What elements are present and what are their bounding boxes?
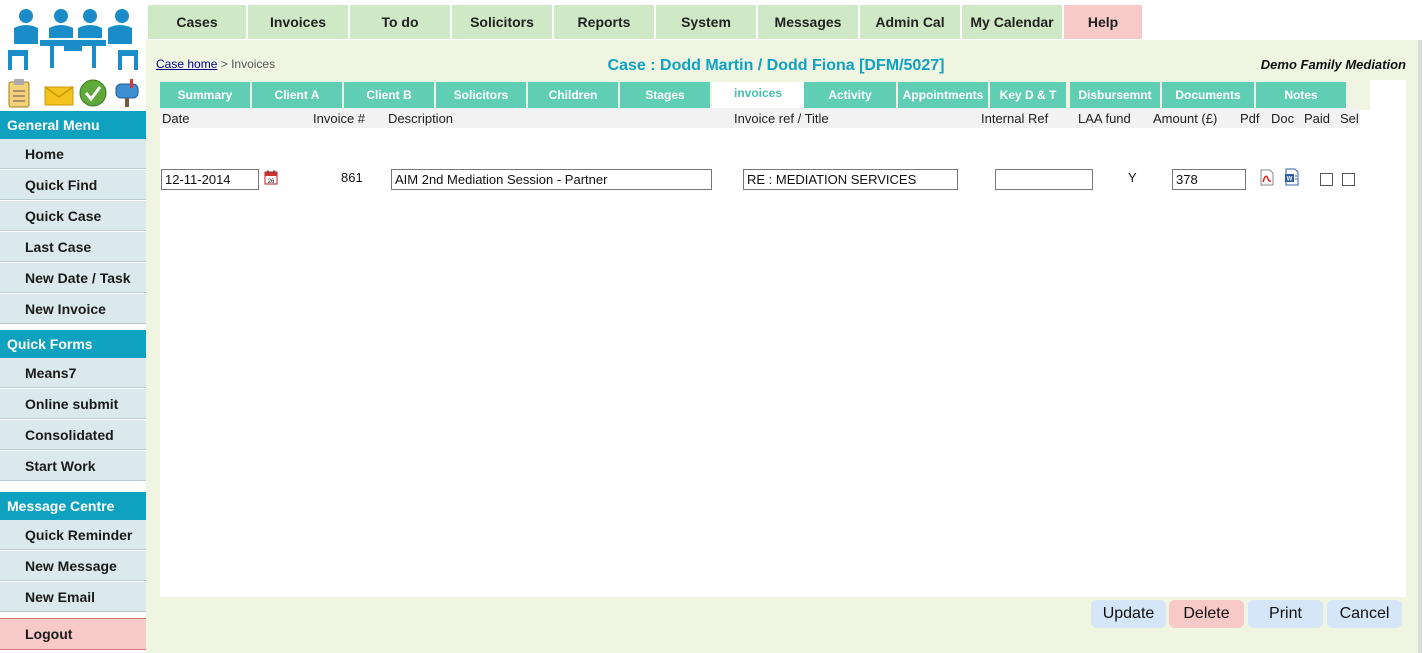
col-header-internal-ref: Internal Ref: [981, 111, 1049, 126]
checkmark-icon[interactable]: [78, 78, 107, 108]
main-content: Case home > Invoices Case : Dodd Martin …: [146, 40, 1422, 653]
col-header-doc: Doc: [1271, 111, 1295, 126]
col-header-invoice-ref: Invoice ref / Title: [734, 111, 829, 126]
subtab-stages[interactable]: Stages: [620, 82, 710, 108]
mail-icon[interactable]: [44, 84, 74, 114]
invoices-panel: Summary Client A Client B Solicitors Chi…: [160, 80, 1406, 597]
mailbox-icon[interactable]: [112, 78, 140, 108]
word-doc-icon[interactable]: W: [1284, 168, 1300, 189]
menu-item-new-date-task[interactable]: New Date / Task: [0, 263, 146, 293]
nav-tab-admin-cal[interactable]: Admin Cal: [860, 5, 962, 39]
menu-item-new-message[interactable]: New Message: [0, 551, 146, 581]
top-navigation: Cases Invoices To do Solicitors Reports …: [146, 0, 1422, 40]
menu-item-quick-reminder[interactable]: Quick Reminder: [0, 520, 146, 550]
menu-item-last-case[interactable]: Last Case: [0, 232, 146, 262]
subtab-client-a[interactable]: Client A: [252, 82, 342, 108]
nav-tab-invoices[interactable]: Invoices: [248, 5, 350, 39]
invoice-number: 861: [341, 170, 363, 185]
subtab-documents[interactable]: Documents: [1162, 82, 1254, 108]
date-field[interactable]: [161, 169, 259, 190]
menu-item-new-email[interactable]: New Email: [0, 582, 146, 612]
nav-tab-my-calendar[interactable]: My Calendar: [962, 5, 1064, 39]
calendar-icon[interactable]: 26: [264, 170, 278, 188]
amount-field[interactable]: [1172, 169, 1246, 190]
col-header-laa-fund: LAA fund: [1078, 111, 1131, 126]
col-header-invoice-no: Invoice #: [313, 111, 366, 126]
menu-item-start-work[interactable]: Start Work: [0, 451, 146, 481]
subtab-disbursements[interactable]: Disbursemnt: [1070, 82, 1160, 108]
menu-item-new-invoice[interactable]: New Invoice: [0, 294, 146, 324]
subtab-appointments[interactable]: Appointments: [898, 82, 988, 108]
pdf-icon[interactable]: [1259, 169, 1275, 189]
quick-forms-heading: Quick Forms: [0, 330, 146, 358]
nav-tab-system[interactable]: System: [656, 5, 758, 39]
menu-item-home[interactable]: Home: [0, 139, 146, 169]
description-field[interactable]: [391, 169, 712, 190]
menu-item-quick-case[interactable]: Quick Case: [0, 201, 146, 231]
subtab-summary[interactable]: Summary: [160, 82, 250, 108]
firm-name: Demo Family Mediation: [1260, 57, 1406, 72]
internal-ref-field[interactable]: [995, 169, 1093, 190]
quick-icons: [4, 78, 144, 110]
logout-button[interactable]: Logout: [0, 618, 146, 650]
laa-fund-value: Y: [1128, 170, 1137, 185]
subtab-invoices[interactable]: invoices: [712, 82, 804, 108]
svg-text:26: 26: [268, 179, 275, 185]
subtab-key-dates-times[interactable]: Key D & T: [990, 82, 1066, 108]
subtab-children[interactable]: Children: [528, 82, 618, 108]
menu-item-quick-find[interactable]: Quick Find: [0, 170, 146, 200]
svg-text:W: W: [1287, 177, 1293, 183]
col-header-date: Date: [162, 111, 190, 126]
breadcrumb-current: Invoices: [231, 57, 276, 71]
menu-item-means7[interactable]: Means7: [0, 358, 146, 388]
col-header-description: Description: [388, 111, 454, 126]
clipboard-icon[interactable]: [6, 78, 34, 108]
breadcrumb-separator: >: [220, 57, 228, 71]
general-menu-heading: General Menu: [0, 111, 146, 139]
col-header-amount: Amount (£): [1153, 111, 1218, 126]
select-checkbox[interactable]: [1342, 173, 1355, 186]
nav-tab-cases[interactable]: Cases: [148, 5, 248, 39]
case-title: Case : Dodd Martin / Dodd Fiona [DFM/502…: [607, 57, 945, 74]
menu-item-online-submit[interactable]: Online submit: [0, 389, 146, 419]
message-centre-heading: Message Centre: [0, 492, 146, 520]
subtab-notes[interactable]: Notes: [1256, 82, 1346, 108]
print-button[interactable]: Print: [1248, 600, 1323, 628]
logo: [4, 6, 142, 74]
col-header-sel: Sel: [1340, 111, 1359, 126]
cancel-button[interactable]: Cancel: [1327, 600, 1402, 628]
scrollbar-edge: [1418, 40, 1422, 653]
col-header-paid: Paid: [1304, 111, 1331, 126]
sidebar: General Menu Home Quick Find Quick Case …: [0, 0, 146, 653]
nav-tab-solicitors[interactable]: Solicitors: [452, 5, 554, 39]
col-header-pdf: Pdf: [1240, 111, 1260, 126]
update-button[interactable]: Update: [1091, 600, 1166, 628]
subtab-client-b[interactable]: Client B: [344, 82, 434, 108]
nav-tab-messages[interactable]: Messages: [758, 5, 860, 39]
paid-checkbox[interactable]: [1320, 173, 1333, 186]
subtab-activity[interactable]: Activity: [804, 82, 896, 108]
delete-button[interactable]: Delete: [1169, 600, 1244, 628]
nav-tab-help[interactable]: Help: [1064, 5, 1144, 39]
nav-tab-todo[interactable]: To do: [350, 5, 452, 39]
breadcrumb-case-home-link[interactable]: Case home: [156, 57, 217, 71]
invoice-ref-field[interactable]: [743, 169, 958, 190]
nav-tab-reports[interactable]: Reports: [554, 5, 656, 39]
subtab-solicitors[interactable]: Solicitors: [436, 82, 526, 108]
breadcrumb: Case home > Invoices: [156, 57, 275, 71]
menu-item-consolidated[interactable]: Consolidated: [0, 420, 146, 450]
family-meeting-logo-icon: [8, 9, 138, 70]
